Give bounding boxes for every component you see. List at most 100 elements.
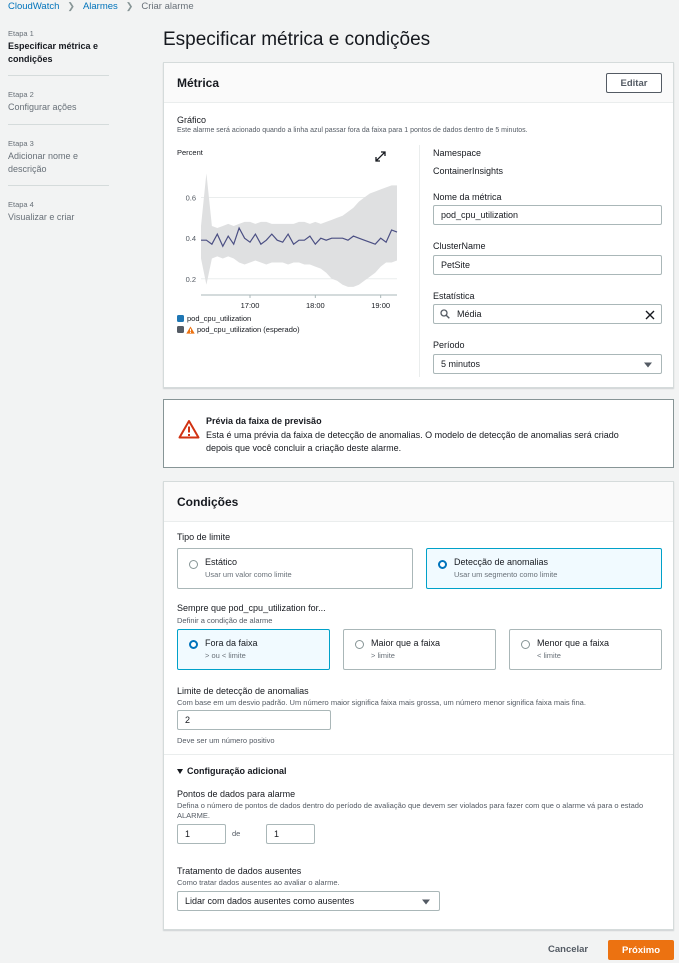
step-number: Etapa 4 — [8, 200, 34, 209]
x-tick-label: 19:00 — [371, 301, 390, 310]
option-description: > ou < limite — [205, 651, 246, 660]
step-label: Especificar métrica e condições — [8, 41, 99, 64]
legend-item-metric: pod_cpu_utilization — [177, 314, 251, 323]
radio-button[interactable] — [189, 560, 198, 569]
statistic-label: Estatística — [433, 291, 475, 301]
graph-description: Este alarme será acionado quando a linha… — [177, 127, 528, 134]
y-tick-label: 0.2 — [186, 275, 196, 284]
condition-outside-band-option[interactable]: Fora da faixa > ou < limite — [177, 629, 330, 670]
period-select[interactable]: 5 minutos — [433, 354, 662, 374]
step-label: Configurar ações — [8, 102, 77, 112]
legend-label: pod_cpu_utilization — [187, 314, 252, 323]
whenever-description: Definir a condição de alarme — [177, 616, 273, 625]
next-button[interactable]: Próximo — [608, 940, 674, 960]
anomaly-threshold-hint: Deve ser um número positivo — [177, 736, 275, 745]
option-description: Usar um valor como limite — [205, 570, 292, 579]
datapoints-label: Pontos de dados para alarme — [177, 789, 296, 799]
option-title: Maior que a faixa — [371, 638, 441, 648]
metric-panel: Métrica Editar Gráfico Este alarme será … — [163, 62, 674, 388]
legend-swatch — [177, 326, 184, 333]
step-label: Adicionar nome e descrição — [8, 151, 79, 174]
page-title: Especificar métrica e condições — [163, 29, 431, 50]
missing-data-label: Tratamento de dados ausentes — [177, 866, 302, 876]
step-divider — [8, 124, 109, 125]
step-divider — [8, 75, 109, 76]
breadcrumb-alarms-link[interactable]: Alarmes — [83, 1, 118, 12]
threshold-type-label: Tipo de limite — [177, 532, 231, 542]
y-tick-label: 0.4 — [186, 234, 196, 243]
option-title: Fora da faixa — [205, 638, 258, 648]
condition-greater-than-band-option[interactable]: Maior que a faixa > limite — [343, 629, 496, 670]
clear-icon[interactable] — [645, 310, 655, 320]
conditions-panel: Condições Tipo de limite Estático Usar u… — [163, 481, 674, 930]
datapoints-to-alarm-input[interactable]: 1 — [177, 824, 226, 844]
anomaly-chart: Percent 0.6 0.4 0.2 17:00 18:00 19:00 — [177, 148, 398, 310]
section-divider — [164, 754, 673, 755]
option-description: Usar um segmento como limite — [454, 570, 558, 579]
evaluation-periods-input[interactable]: 1 — [266, 824, 315, 844]
conditions-panel-header — [164, 482, 673, 522]
caret-down-icon — [422, 899, 430, 905]
option-description: < limite — [537, 651, 561, 660]
legend-label: pod_cpu_utilization (esperado) — [197, 325, 300, 334]
y-tick-label: 0.6 — [186, 194, 196, 203]
step-number: Etapa 1 — [8, 29, 34, 38]
additional-config-toggle[interactable]: Configuração adicional — [177, 766, 287, 776]
radio-button[interactable] — [355, 640, 364, 649]
missing-data-select[interactable]: Lidar com dados ausentes como ausentes — [177, 891, 440, 911]
alert-body: Esta é uma prévia da faixa de detecção d… — [206, 430, 619, 453]
search-icon — [440, 309, 450, 319]
graph-title: Gráfico — [177, 115, 207, 125]
metric-panel-title: Métrica — [177, 76, 220, 90]
expand-icon[interactable] — [375, 151, 386, 162]
breadcrumb-cloudwatch-link[interactable]: CloudWatch — [8, 1, 59, 12]
x-tick-label: 18:00 — [306, 301, 325, 310]
wizard-step-3: Etapa 3 Adicionar nome e descrição — [8, 139, 109, 176]
caret-down-icon — [644, 362, 652, 368]
radio-button[interactable] — [189, 640, 198, 649]
cancel-button[interactable]: Cancelar — [548, 944, 588, 955]
option-title: Estático — [205, 557, 238, 567]
radio-button[interactable] — [521, 640, 530, 649]
step-divider — [8, 185, 109, 186]
wizard-step-1: Etapa 1 Especificar métrica e condições — [8, 29, 109, 66]
statistic-value: Média — [457, 309, 482, 319]
condition-lower-than-band-option[interactable]: Menor que a faixa < limite — [509, 629, 662, 670]
y-axis-label: Percent — [177, 148, 204, 157]
legend-swatch — [177, 315, 184, 322]
alert-title: Prévia da faixa de previsão — [206, 416, 322, 426]
edit-button[interactable]: Editar — [606, 73, 662, 93]
breadcrumb-current: Criar alarme — [141, 1, 194, 12]
caret-down-icon — [177, 768, 183, 774]
x-tick-label: 17:00 — [241, 301, 260, 310]
period-label: Período — [433, 340, 465, 350]
statistic-field[interactable]: Média — [433, 304, 662, 324]
datapoints-description: Defina o número de pontos de dados dentr… — [177, 801, 644, 820]
chevron-right-icon: ❯ — [67, 1, 75, 11]
datapoints-of-label: de — [232, 829, 241, 838]
anomaly-threshold-input[interactable]: 2 — [177, 710, 331, 730]
missing-data-description: Como tratar dados ausentes ao avaliar o … — [177, 878, 340, 887]
conditions-panel-title: Condições — [177, 495, 239, 509]
metric-name-label: Nome da métrica — [433, 192, 502, 202]
warning-icon — [178, 420, 200, 439]
wizard-step-2: Etapa 2 Configurar ações — [8, 90, 109, 114]
radio-button[interactable] — [438, 560, 447, 569]
cluster-name-input[interactable]: PetSite — [433, 255, 662, 275]
expected-band — [201, 173, 397, 287]
threshold-static-option[interactable]: Estático Usar um valor como limite — [177, 548, 413, 589]
cluster-name-label: ClusterName — [433, 241, 486, 251]
namespace-value: ContainerInsights — [433, 166, 504, 176]
missing-data-value: Lidar com dados ausentes como ausentes — [185, 896, 355, 906]
anomaly-threshold-label: Limite de detecção de anomalias — [177, 686, 309, 696]
step-number: Etapa 3 — [8, 139, 34, 148]
namespace-label: Namespace — [433, 148, 482, 158]
legend-item-expected: pod_cpu_utilization (esperado) — [177, 325, 300, 334]
step-label: Visualizar e criar — [8, 212, 75, 222]
threshold-anomaly-option[interactable]: Detecção de anomalias Usar um segmento c… — [426, 548, 662, 589]
metric-name-input[interactable]: pod_cpu_utilization — [433, 205, 662, 225]
chevron-right-icon: ❯ — [125, 1, 134, 11]
whenever-label: Sempre que pod_cpu_utilization for... — [177, 603, 326, 613]
warning-icon — [186, 326, 195, 334]
wizard-step-4: Etapa 4 Visualizar e criar — [8, 200, 109, 224]
